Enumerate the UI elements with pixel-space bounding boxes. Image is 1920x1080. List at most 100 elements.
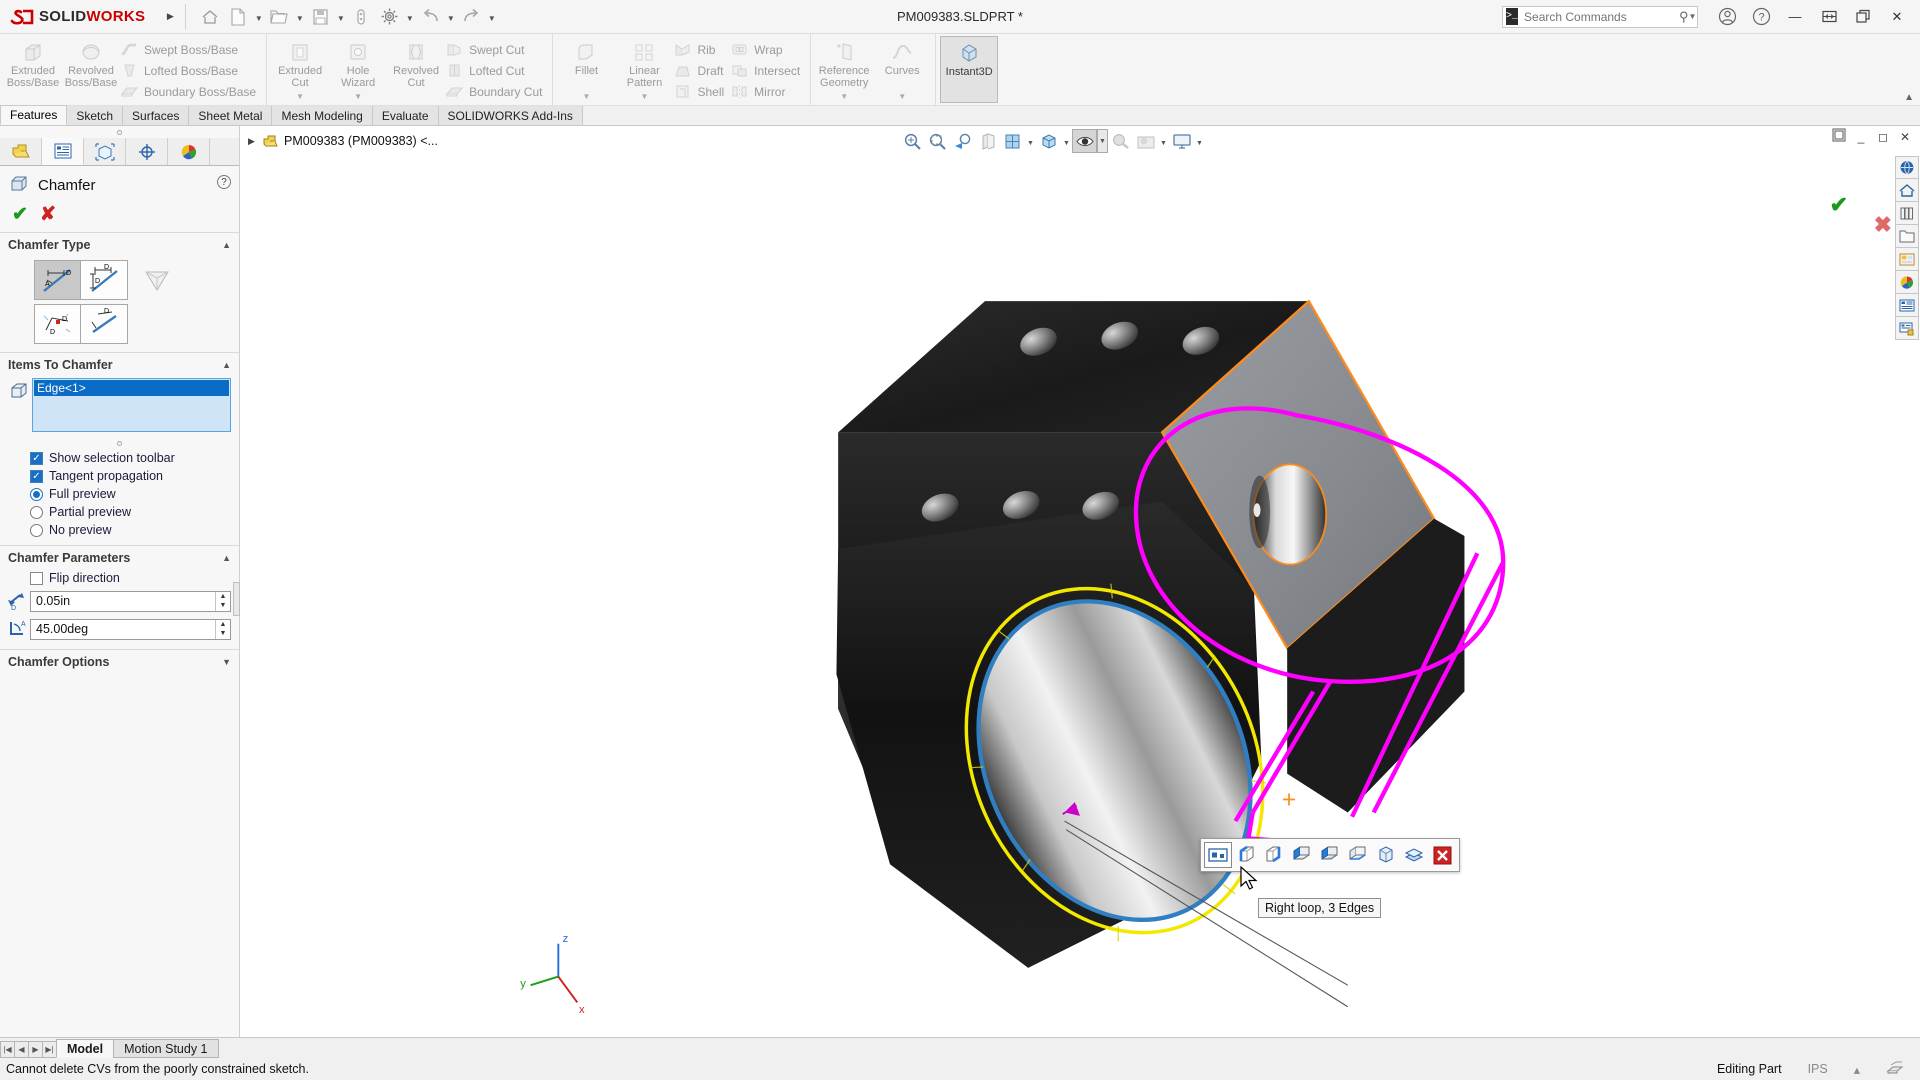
design-library-icon[interactable] — [1895, 202, 1919, 225]
linear-pattern-button[interactable]: LinearPattern ▼ — [615, 36, 673, 103]
tab-model[interactable]: Model — [56, 1039, 114, 1058]
stepper-up[interactable]: ▲ — [216, 592, 230, 602]
units-label[interactable]: IPS — [1808, 1062, 1828, 1076]
tab-mesh-modeling[interactable]: Mesh Modeling — [271, 105, 372, 125]
display-style-caret[interactable]: ▼ — [1061, 129, 1072, 153]
view-palette-icon[interactable] — [1895, 248, 1919, 271]
minimize-button[interactable]: — — [1778, 0, 1812, 34]
selection-list-box[interactable]: Edge<1> — [32, 378, 231, 432]
help-icon[interactable]: ? — [1744, 0, 1778, 34]
undo-caret[interactable]: ▼ — [444, 2, 457, 32]
curves-button[interactable]: Curves ▼ — [873, 36, 931, 103]
first-tab-button[interactable]: |◀ — [0, 1041, 15, 1058]
help-icon[interactable]: ? — [217, 175, 231, 189]
confirm-corner-accept[interactable]: ✔ — [1830, 192, 1848, 218]
chamfer-type-offset-face[interactable]: DD — [34, 304, 81, 344]
search-caret[interactable]: ▼ — [1689, 12, 1697, 21]
no-preview-row[interactable]: No preview — [0, 521, 239, 539]
new-document-icon[interactable] — [224, 2, 252, 32]
units-caret[interactable]: ▴ — [1854, 1062, 1860, 1077]
hide-show-items-caret[interactable]: ▼ — [1097, 129, 1108, 153]
stepper-down[interactable]: ▼ — [216, 601, 230, 611]
selection-context-toolbar[interactable] — [1200, 838, 1460, 872]
solidworks-resources-icon[interactable] — [1895, 156, 1919, 179]
partial-preview-radio[interactable] — [30, 506, 43, 519]
mirror-button[interactable]: Mirror — [730, 81, 806, 102]
linear-pattern-caret[interactable]: ▼ — [615, 92, 673, 103]
chamfer-type-distance-distance[interactable]: DD — [81, 260, 128, 300]
model-viewport[interactable]: z y x ✔ ✖ — [240, 156, 1920, 1037]
close-window-icon[interactable]: ✕ — [1894, 130, 1916, 144]
apply-scene-caret[interactable]: ▼ — [1158, 129, 1169, 153]
reference-geometry-button[interactable]: ReferenceGeometry ▼ — [815, 36, 873, 103]
section-view-icon[interactable] — [975, 129, 1000, 153]
revolved-boss-base-button[interactable]: RevolvedBoss/Base — [62, 36, 120, 103]
swept-cut-button[interactable]: Swept Cut — [445, 39, 548, 60]
hole-wizard-caret[interactable]: ▼ — [329, 92, 387, 103]
tangent-loop-1-icon[interactable] — [1288, 842, 1316, 868]
angle-stepper[interactable]: ▲▼ — [215, 620, 230, 639]
connected-edges-right-icon[interactable] — [1260, 842, 1288, 868]
lofted-boss-base-button[interactable]: Lofted Boss/Base — [120, 60, 262, 81]
draft-button[interactable]: Draft — [673, 60, 730, 81]
custom-properties-icon[interactable] — [1895, 294, 1919, 317]
display-style-icon[interactable] — [1036, 129, 1061, 153]
extruded-cut-caret[interactable]: ▼ — [271, 92, 329, 103]
save-caret[interactable]: ▼ — [334, 2, 347, 32]
home-icon[interactable] — [196, 2, 224, 32]
clear-selection-icon[interactable] — [1428, 842, 1456, 868]
tab-surfaces[interactable]: Surfaces — [122, 105, 189, 125]
previous-tab-button[interactable]: ◀ — [14, 1041, 29, 1058]
maximize-window-icon[interactable]: ◻ — [1872, 130, 1894, 144]
solidworks-forum-icon[interactable] — [1895, 317, 1919, 340]
search-commands-box[interactable]: >_ ⚲ ▼ — [1502, 6, 1698, 28]
dimxpert-manager-tab[interactable] — [126, 138, 168, 165]
angle-spinner[interactable]: ▲▼ — [30, 619, 231, 640]
overlay-icon[interactable] — [1886, 1060, 1904, 1079]
save-icon[interactable] — [306, 2, 334, 32]
minimize-window-icon[interactable]: _ — [1850, 130, 1872, 144]
extruded-cut-button[interactable]: ExtrudedCut ▼ — [271, 36, 329, 103]
search-icon[interactable]: ⚲ — [1679, 9, 1689, 25]
chamfer-type-face-face[interactable]: D — [81, 304, 128, 344]
options-gear-icon[interactable] — [375, 2, 403, 32]
extruded-boss-base-button[interactable]: ExtrudedBoss/Base — [4, 36, 62, 103]
feature-manager-tree-tab[interactable] — [0, 138, 42, 165]
selection-item[interactable]: Edge<1> — [34, 380, 229, 396]
distance-spinner[interactable]: ▲▼ — [30, 591, 231, 612]
show-selection-toolbar-checkbox[interactable]: ✓ — [30, 452, 43, 465]
tab-evaluate[interactable]: Evaluate — [372, 105, 439, 125]
tangent-propagation-checkbox[interactable]: ✓ — [30, 470, 43, 483]
full-preview-row[interactable]: Full preview — [0, 485, 239, 503]
display-manager-tab[interactable] — [168, 138, 210, 165]
zoom-to-fit-icon[interactable] — [900, 129, 925, 153]
design-library-home-icon[interactable] — [1895, 179, 1919, 202]
cancel-button[interactable]: ✘ — [34, 203, 62, 226]
hole-wizard-button[interactable]: HoleWizard ▼ — [329, 36, 387, 103]
boundary-boss-base-button[interactable]: Boundary Boss/Base — [120, 81, 262, 102]
view-orientation-icon[interactable] — [1000, 129, 1025, 153]
redo-caret[interactable]: ▼ — [485, 2, 498, 32]
no-preview-radio[interactable] — [30, 524, 43, 537]
restore-window-icon[interactable] — [1828, 128, 1850, 145]
apply-scene-icon[interactable] — [1133, 129, 1158, 153]
distance-stepper[interactable]: ▲▼ — [215, 592, 230, 611]
chevron-down-icon[interactable]: ▼ — [222, 657, 231, 667]
boundary-cut-button[interactable]: Boundary Cut — [445, 81, 548, 102]
angle-input[interactable] — [31, 622, 215, 636]
view-orientation-caret[interactable]: ▼ — [1025, 129, 1036, 153]
options-caret[interactable]: ▼ — [403, 2, 416, 32]
tangent-loop-2-icon[interactable] — [1316, 842, 1344, 868]
file-explorer-icon[interactable] — [1895, 225, 1919, 248]
edit-appearance-icon[interactable] — [1108, 129, 1133, 153]
appearances-scenes-icon[interactable] — [1895, 271, 1919, 294]
restore-button[interactable] — [1812, 0, 1846, 34]
menu-expand-caret[interactable]: ▶ — [159, 0, 181, 33]
fillet-caret[interactable]: ▼ — [557, 92, 615, 103]
zoom-to-area-icon[interactable] — [925, 129, 950, 153]
section-header-chamfer-options[interactable]: Chamfer Options ▼ — [0, 649, 239, 673]
tangent-propagation-row[interactable]: ✓ Tangent propagation — [0, 467, 239, 485]
section-header-chamfer-parameters[interactable]: Chamfer Parameters ▲ — [0, 545, 239, 569]
select-feature-icon[interactable] — [1400, 842, 1428, 868]
next-tab-button[interactable]: ▶ — [28, 1041, 43, 1058]
